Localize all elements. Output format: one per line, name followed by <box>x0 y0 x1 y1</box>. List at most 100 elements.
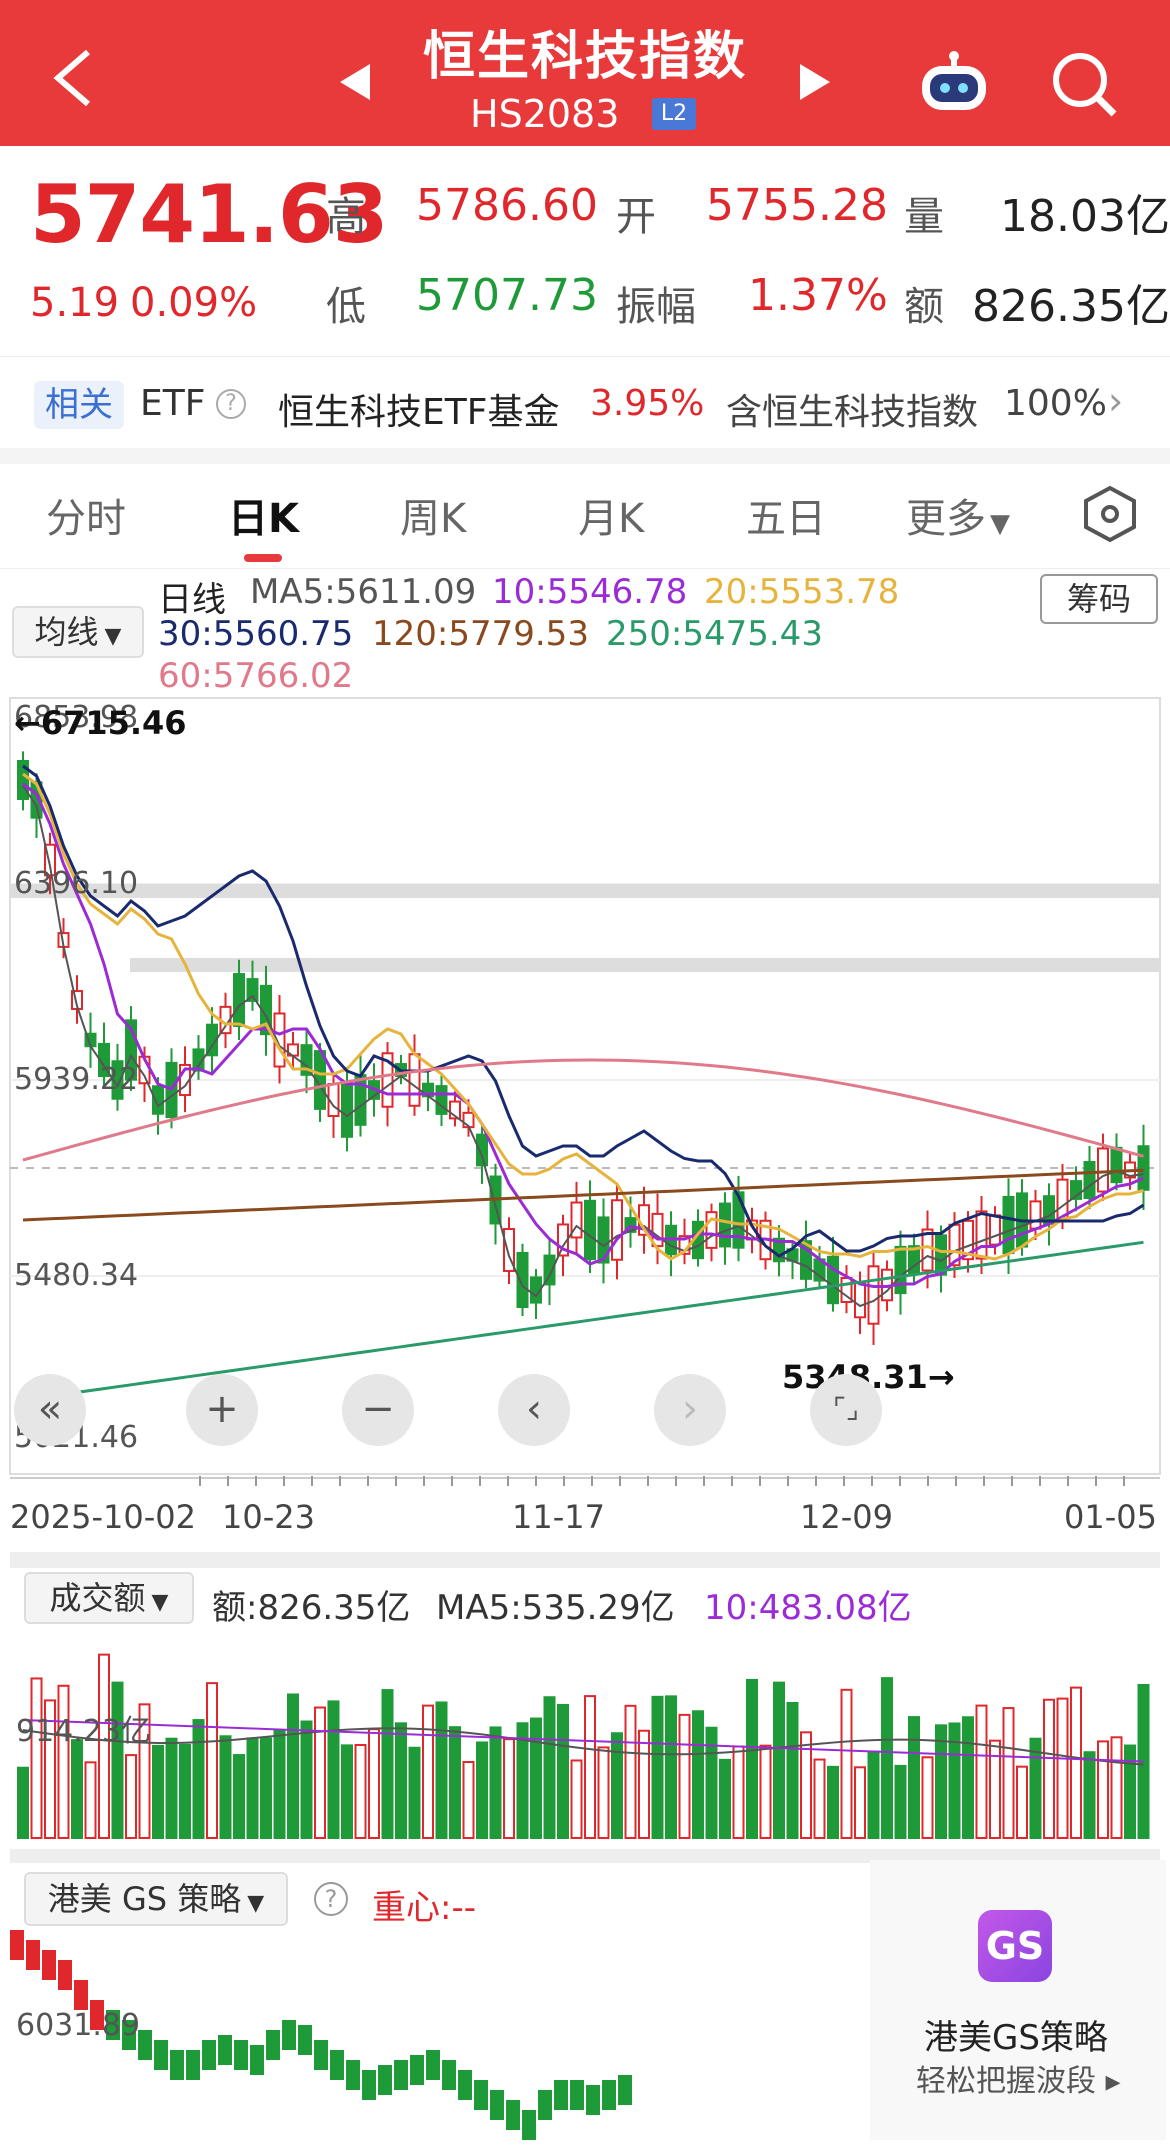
volume-bar <box>665 1695 677 1840</box>
volume-bar <box>719 1758 731 1839</box>
volume-bar <box>192 1719 205 1839</box>
candle-body <box>854 1281 866 1319</box>
period-high-marker: ←6715.46 <box>14 704 187 742</box>
volume-bar <box>746 1678 758 1839</box>
volume-bar <box>1070 1686 1082 1839</box>
volume-bar <box>908 1716 920 1840</box>
volume-bar <box>975 1704 988 1839</box>
ma60-line <box>22 1058 1144 1162</box>
volume-bar <box>219 1735 232 1839</box>
volume-ma5-line <box>22 1727 1144 1766</box>
candle-body <box>867 1265 880 1325</box>
volume-bar <box>152 1744 164 1839</box>
volume-bar <box>1097 1740 1109 1840</box>
gs-block <box>74 1980 88 2010</box>
volume-bar <box>354 1744 367 1839</box>
gs-block <box>266 2030 280 2060</box>
volume-bar <box>422 1704 434 1839</box>
volume-bar <box>543 1696 556 1840</box>
volume-bar <box>813 1758 826 1839</box>
scroll-to-start-button[interactable]: « <box>14 1374 86 1446</box>
fullscreen-icon[interactable]: ⌜⌟ <box>810 1374 882 1446</box>
volume-bar <box>408 1746 421 1840</box>
candle-body <box>975 1210 988 1260</box>
candle-body <box>1097 1147 1109 1193</box>
gs-block <box>474 2080 488 2110</box>
volume-bar <box>287 1693 299 1839</box>
volume-bar <box>921 1756 934 1840</box>
volume-bar <box>570 1759 583 1839</box>
volume-bar <box>962 1716 974 1839</box>
gs-block <box>234 2040 248 2070</box>
volume-bar <box>381 1689 394 1839</box>
zoom-out-button[interactable]: − <box>342 1374 414 1446</box>
dropdown-triangle-icon: ▼ <box>151 1590 169 1615</box>
volume-indicator-label: 成交额 <box>49 1579 146 1617</box>
volume-bar <box>638 1729 650 1840</box>
volume-bar <box>584 1695 596 1840</box>
volume-bar <box>1043 1698 1055 1839</box>
turnover-ma10: 10:483.08亿 <box>704 1588 912 1628</box>
candle-body <box>408 1053 421 1107</box>
move-right-button[interactable]: › <box>654 1374 726 1446</box>
x-axis-label-4: 12-09 <box>800 1498 893 1536</box>
gs-block <box>394 2060 408 2090</box>
volume-bar <box>476 1741 488 1840</box>
turnover-ma5: MA5:535.29亿 <box>436 1588 675 1628</box>
turnover-amount: 额:826.35亿 <box>212 1588 411 1628</box>
gs-block <box>138 2030 152 2060</box>
volume-bar <box>597 1746 610 1840</box>
help-icon[interactable]: ? <box>314 1882 348 1916</box>
zoom-in-button[interactable]: + <box>186 1374 258 1446</box>
gs-block <box>298 2025 312 2055</box>
ma30-line <box>22 764 1145 1258</box>
gs-block <box>506 2100 520 2130</box>
gs-promo-card[interactable]: 港美GS策略 轻松把握波段 ▸ <box>870 1860 1166 2140</box>
gs-block <box>458 2070 472 2100</box>
candle-body <box>1110 1146 1123 1184</box>
ma120-line <box>22 1168 1144 1222</box>
gs-block <box>346 2060 360 2090</box>
volume-bar <box>759 1744 772 1839</box>
gs-block <box>186 2050 200 2080</box>
gs-promo-subtitle-text: 轻松把握波段 <box>916 2064 1096 2099</box>
kline-chart[interactable] <box>0 0 1170 2154</box>
volume-bar <box>705 1726 718 1840</box>
gs-block <box>538 2090 552 2120</box>
gs-block <box>586 2085 600 2115</box>
gs-strategy-button[interactable]: 港美 GS 策略 ▼ <box>24 1872 288 1926</box>
volume-bar <box>840 1688 853 1839</box>
gs-block <box>26 1940 40 1970</box>
volume-bar <box>854 1766 866 1840</box>
volume-bar <box>1016 1765 1028 1840</box>
gs-block <box>410 2055 424 2085</box>
gs-block <box>314 2040 328 2070</box>
gs-block <box>58 1960 72 1990</box>
gs-block <box>154 2040 168 2070</box>
volume-bar <box>84 1761 97 1839</box>
volume-bar <box>368 1728 380 1839</box>
volume-bar <box>395 1722 407 1839</box>
volume-bar <box>894 1764 907 1839</box>
candle-body <box>341 1082 353 1138</box>
volume-bar <box>935 1724 947 1840</box>
gs-block <box>218 2035 232 2065</box>
x-axis-label-5: 01-05 <box>1064 1498 1157 1536</box>
candle-body <box>719 1202 731 1248</box>
volume-bar <box>1124 1744 1136 1840</box>
x-axis-label-3: 11-17 <box>512 1498 605 1536</box>
volume-bar <box>341 1744 353 1839</box>
gs-block <box>10 1930 24 1960</box>
move-left-button[interactable]: ‹ <box>498 1374 570 1446</box>
volume-bar <box>867 1750 880 1840</box>
volume-bar <box>246 1737 259 1840</box>
gs-strategy-label: 港美 GS 策略 <box>47 1880 242 1918</box>
gs-block <box>250 2045 264 2075</box>
candle-body <box>989 1214 1001 1246</box>
volume-bar <box>1083 1751 1096 1840</box>
resistance-band <box>130 958 1160 972</box>
volume-indicator-button[interactable]: 成交额 ▼ <box>24 1572 194 1624</box>
candle-body <box>1137 1145 1150 1191</box>
volume-bar <box>300 1720 313 1839</box>
volume-bar <box>773 1681 785 1839</box>
